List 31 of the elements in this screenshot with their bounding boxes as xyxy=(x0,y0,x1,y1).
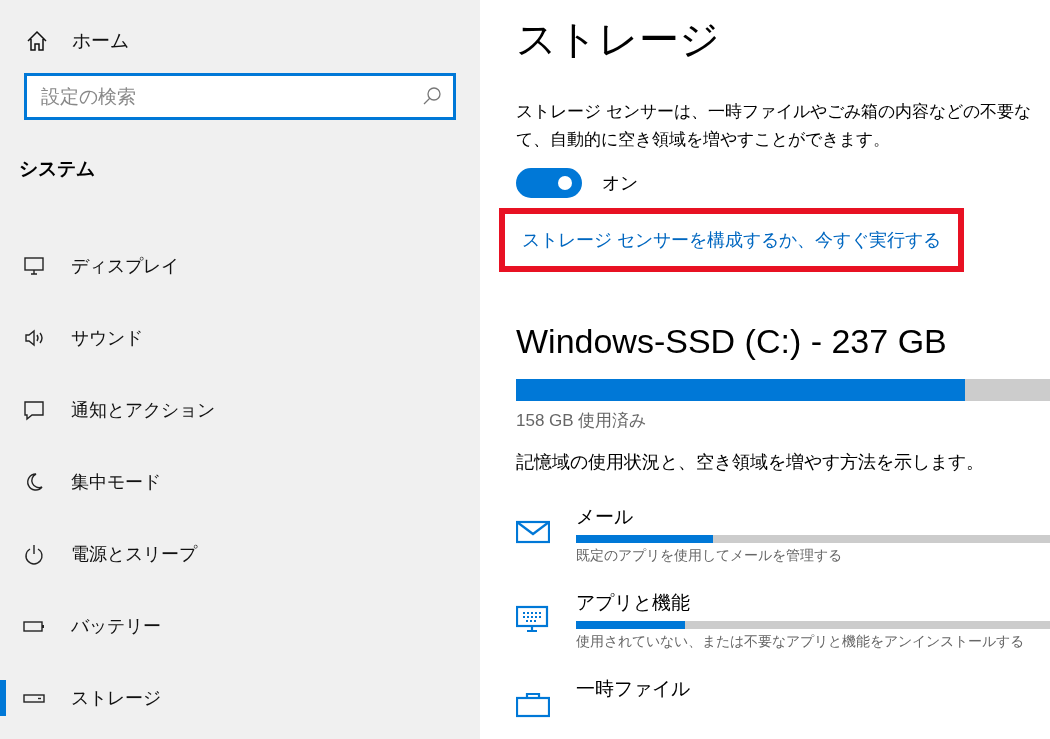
category-title[interactable]: 一時ファイル xyxy=(576,676,1050,702)
sidebar-item[interactable]: 電源とスリープ xyxy=(0,518,480,590)
category-title[interactable]: メール xyxy=(576,504,1050,530)
storage-sense-link[interactable]: ストレージ センサーを構成するか、今すぐ実行する xyxy=(522,230,941,250)
sidebar-item[interactable]: バッテリー xyxy=(0,590,480,662)
category-description: 既定のアプリを使用してメールを管理する xyxy=(576,547,843,565)
speech-bubble-icon xyxy=(23,399,45,421)
briefcase-icon xyxy=(516,690,550,720)
category-description: 使用されていない、または不要なアプリと機能をアンインストールする xyxy=(576,633,1025,651)
drive-description: 記憶域の使用状況と、空き領域を増やす方法を示します。 xyxy=(516,451,985,474)
drive-title: Windows-SSD (C:) - 237 GB xyxy=(516,322,948,361)
category-title[interactable]: アプリと機能 xyxy=(576,590,1050,616)
sidebar-item[interactable]: ディスプレイ xyxy=(0,230,480,302)
power-icon xyxy=(23,543,45,565)
page-title: ストレージ xyxy=(516,16,721,63)
keyboard-monitor-icon xyxy=(516,604,550,634)
sidebar-item[interactable]: 通知とアクション xyxy=(0,374,480,446)
home-link[interactable]: ホーム xyxy=(0,26,480,56)
home-icon xyxy=(26,30,48,52)
search-field[interactable]: 設定の検索 xyxy=(24,73,456,120)
sidebar-item[interactable]: 集中モード xyxy=(0,446,480,518)
sidebar-item[interactable]: サウンド xyxy=(0,302,480,374)
section-title: システム xyxy=(19,157,96,180)
monitor-icon xyxy=(23,255,45,277)
speaker-icon xyxy=(23,327,45,349)
description-text: ストレージ センサーは、一時ファイルやごみ箱の内容などの不要な て、自動的に空き領域を増やすことができます。 xyxy=(516,101,1032,151)
toggle-switch[interactable] xyxy=(516,168,582,198)
used-space-text: 158 GB 使用済み xyxy=(516,410,648,432)
toggle-label: オン xyxy=(602,172,638,195)
search-icon xyxy=(422,86,442,106)
selection-indicator xyxy=(0,680,6,716)
